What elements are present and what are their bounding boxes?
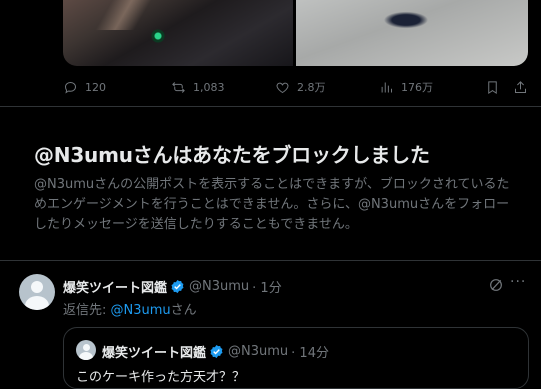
bookmark-icon — [488, 80, 497, 94]
quoted-timestamp: · 14分 — [291, 346, 329, 361]
reply-button[interactable]: 120 — [63, 77, 106, 97]
tweet-header: 爆笑ツイート図鑑 @N3umu · 1分 — [63, 277, 282, 296]
block-notice-title: @N3umuさんはあなたをブロックしました — [34, 143, 430, 167]
media-image-2[interactable] — [296, 0, 528, 66]
bookmark-button[interactable] — [485, 77, 507, 97]
analytics-icon — [381, 82, 392, 92]
views-button[interactable]: 176万 — [379, 77, 433, 97]
reply-icon — [64, 81, 77, 94]
handle[interactable]: @N3umu — [189, 279, 249, 294]
reply-count: 120 — [85, 80, 106, 94]
like-count: 2.8万 — [297, 81, 326, 94]
avatar-default-icon — [31, 281, 43, 293]
share-icon — [515, 80, 526, 93]
media-image-1[interactable] — [63, 0, 293, 66]
tweet-media[interactable] — [63, 0, 528, 66]
quoted-tweet-text: このケーキ作った方天才？？ — [76, 370, 246, 385]
retweet-count: 1,083 — [193, 80, 225, 94]
display-name[interactable]: 爆笑ツイート図鑑 — [63, 277, 167, 296]
views-count: 176万 — [401, 81, 433, 94]
retweet-icon — [172, 81, 185, 93]
heart-icon — [276, 82, 289, 93]
tweet-action-bar: 120 1,083 2.8万 176万 — [63, 77, 533, 97]
verified-badge-icon — [171, 279, 184, 294]
avatar-default-icon — [83, 344, 90, 351]
quoted-display-name: 爆笑ツイート図鑑 — [102, 346, 207, 361]
timestamp[interactable]: · 1分 — [252, 277, 282, 296]
divider — [0, 106, 541, 107]
quoted-avatar[interactable] — [76, 340, 96, 360]
grok-icon[interactable] — [488, 277, 504, 293]
quoted-tweet[interactable]: 爆笑ツイート図鑑 @N3umu · 14分 このケーキ作った方天才？？ — [63, 327, 529, 389]
avatar[interactable] — [19, 274, 55, 310]
divider — [0, 260, 541, 261]
reply-handle-link[interactable]: @N3umu — [111, 303, 171, 318]
more-options-button[interactable]: ··· — [510, 274, 526, 290]
block-notice-description: @N3umuさんの公開ポストを表示することはできますが、ブロックされているためエ… — [34, 177, 510, 232]
quoted-tweet-header: 爆笑ツイート図鑑 @N3umu · 14分 — [102, 342, 329, 361]
retweet-button[interactable]: 1,083 — [171, 77, 225, 97]
reply-suffix: さん — [170, 303, 197, 318]
reply-prefix: 返信先: — [63, 303, 111, 318]
verified-badge-icon — [210, 344, 223, 359]
replying-to: 返信先: @N3umuさん — [63, 299, 197, 318]
share-button[interactable] — [513, 77, 535, 97]
like-button[interactable]: 2.8万 — [275, 77, 326, 97]
quoted-handle: @N3umu — [228, 344, 289, 359]
